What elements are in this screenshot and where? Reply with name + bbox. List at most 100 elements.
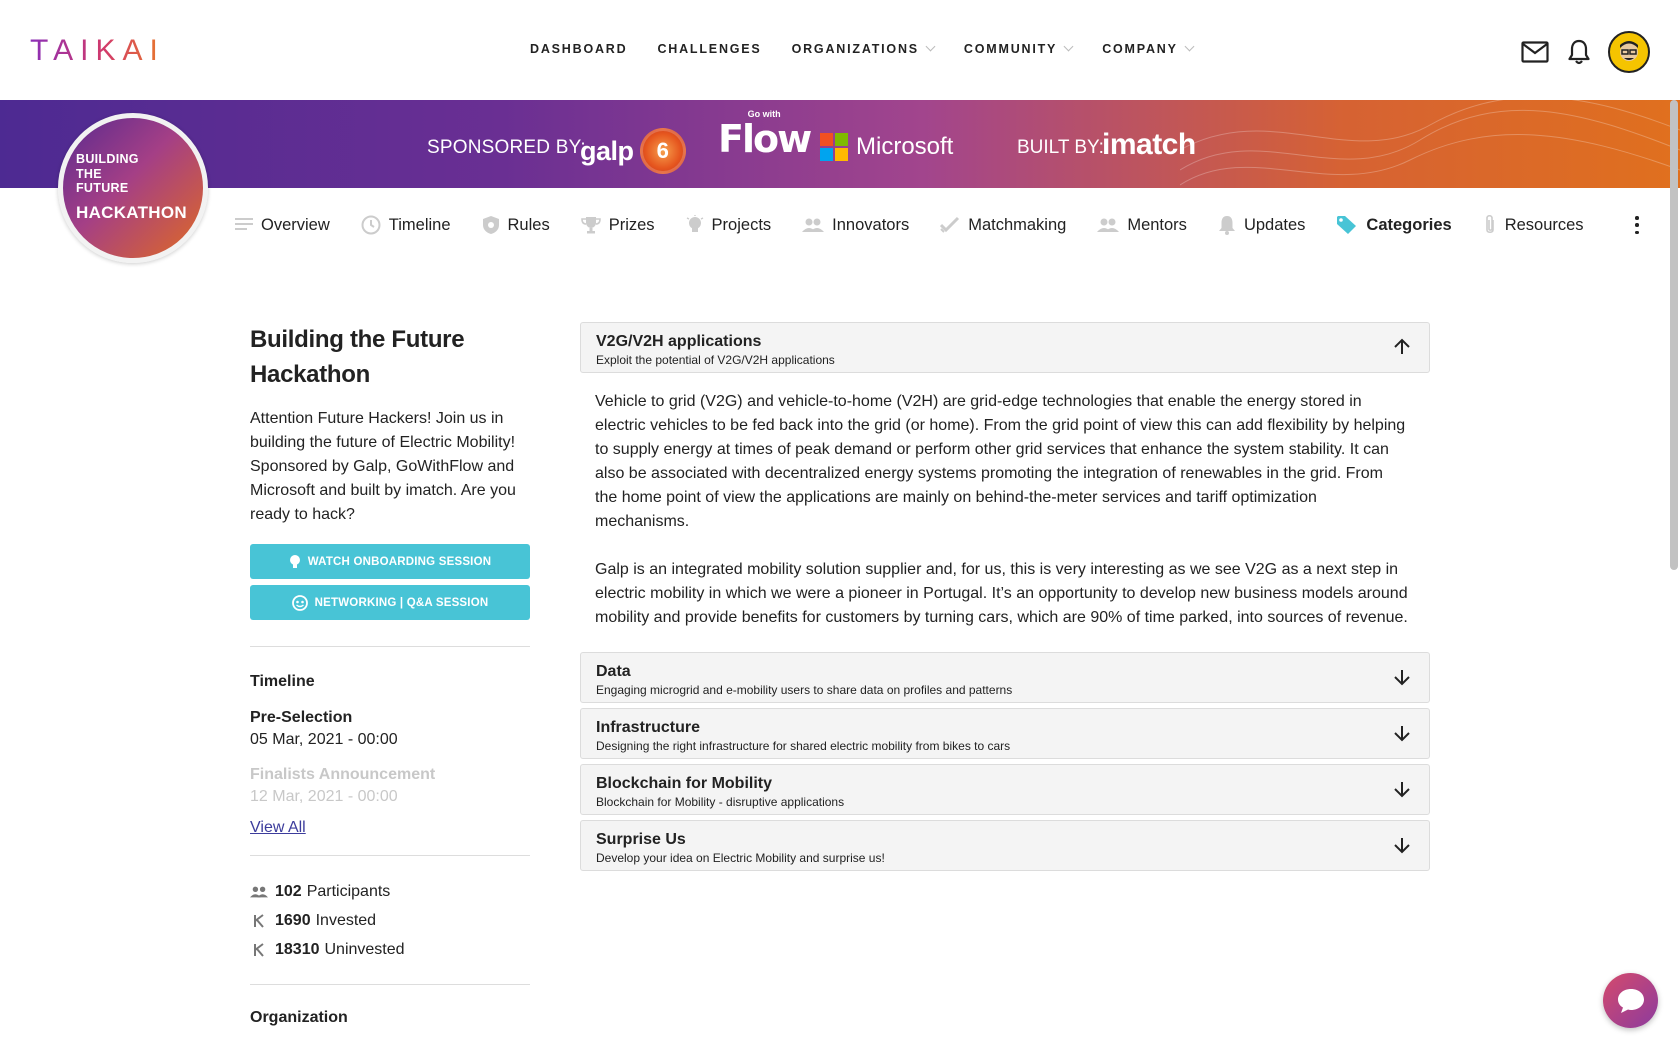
user-actions (1520, 31, 1650, 73)
category-subtitle: Exploit the potential of V2G/V2H applica… (596, 353, 835, 367)
arrow-up-icon (1394, 338, 1410, 354)
tab-innovators[interactable]: Innovators (802, 216, 909, 235)
tab-categories[interactable]: Categories (1336, 215, 1452, 235)
tab-prizes[interactable]: Prizes (580, 215, 655, 235)
challenge-title: Building the Future Hackathon (250, 326, 465, 388)
shield-icon (482, 216, 499, 234)
tab-mentors-label: Mentors (1127, 215, 1187, 234)
timeline-item-date: 12 Mar, 2021 - 00:00 (250, 788, 398, 805)
divider (250, 646, 530, 647)
badge-bottom-text: HACKATHON (76, 203, 187, 222)
uninvested-label: Uninvested (324, 940, 405, 958)
uninvested-stat: 18310 Uninvested (250, 935, 530, 964)
main-nav: DASHBOARD CHALLENGES ORGANIZATIONS COMMU… (530, 41, 1223, 56)
nav-dashboard-label: DASHBOARD (530, 42, 628, 56)
trophy-icon (580, 217, 601, 234)
organization-heading: Organization (250, 1009, 348, 1026)
category-paragraph: Vehicle to grid (V2G) and vehicle-to-hom… (595, 393, 1406, 530)
divider (250, 855, 530, 856)
arrow-down-icon (1394, 726, 1410, 742)
view-all-link[interactable]: View All (250, 819, 306, 837)
lightbulb-icon (289, 554, 300, 568)
bell-icon (1218, 216, 1235, 235)
microsoft-logo: Microsoft (820, 133, 953, 161)
category-title: V2G/V2H applications (596, 333, 762, 350)
tab-overview[interactable]: Overview (235, 216, 330, 235)
flow-wordmark: Flow (718, 117, 812, 161)
nav-community-label: COMMUNITY (963, 42, 1058, 56)
chevron-down-icon (925, 41, 936, 52)
invested-count: 1690 (275, 911, 311, 929)
page-scrollbar[interactable] (1670, 100, 1678, 570)
user-avatar[interactable] (1608, 31, 1650, 73)
galp-mark-icon: 6 (639, 128, 686, 174)
people-icon (1097, 218, 1120, 232)
tab-overview-label: Overview (261, 215, 330, 234)
category-header-data[interactable]: Data Engaging microgrid and e-mobility u… (580, 652, 1430, 703)
category-header-surprise-us[interactable]: Surprise Us Develop your idea on Electri… (580, 820, 1430, 871)
category-title: Blockchain for Mobility (596, 775, 773, 792)
timeline-heading: Timeline (250, 673, 315, 690)
badge-top-text: BUILDING THE FUTURE (76, 152, 139, 195)
tab-mentors[interactable]: Mentors (1097, 216, 1187, 235)
divider (250, 984, 530, 985)
nav-community[interactable]: COMMUNITY (963, 41, 1074, 56)
chat-button[interactable] (1603, 973, 1658, 1028)
participants-label: Participants (306, 882, 391, 900)
built-by-label: BUILT BY: (1017, 137, 1104, 158)
nav-challenges[interactable]: CHALLENGES (657, 42, 761, 56)
list-icon (235, 218, 253, 230)
clock-icon (361, 215, 381, 235)
tab-resources-label: Resources (1504, 215, 1584, 234)
taikai-logo[interactable]: TAIKAI (30, 34, 165, 68)
bell-icon[interactable] (1564, 37, 1594, 67)
arrow-down-icon (1394, 782, 1410, 798)
category-title: Infrastructure (596, 719, 701, 736)
microsoft-squares-icon (820, 133, 848, 161)
paperclip-icon (1485, 214, 1494, 234)
category-header-v2g[interactable]: V2G/V2H applications Exploit the potenti… (580, 322, 1430, 373)
challenge-stats: 102 Participants 1690 Invested 18310 Uni… (250, 877, 530, 964)
nav-challenges-label: CHALLENGES (657, 42, 762, 56)
arrow-down-icon (1394, 670, 1410, 686)
category-header-infrastructure[interactable]: Infrastructure Designing the right infra… (580, 708, 1430, 759)
tab-timeline[interactable]: Timeline (361, 215, 451, 235)
challenge-sidebar: Building the Future Hackathon Attention … (250, 322, 530, 1027)
timeline-item: Pre-Selection 05 Mar, 2021 - 00:00 (250, 709, 530, 749)
hackathon-badge: BUILDING THE FUTURE HACKATHON (58, 113, 208, 263)
category-header-blockchain[interactable]: Blockchain for Mobility Blockchain for M… (580, 764, 1430, 815)
networking-session-label: NETWORKING | Q&A SESSION (314, 596, 489, 609)
category-subtitle: Blockchain for Mobility - disruptive app… (596, 795, 845, 809)
microsoft-wordmark: Microsoft (856, 133, 954, 160)
networking-session-button[interactable]: NETWORKING | Q&A SESSION (250, 585, 530, 620)
tab-rules[interactable]: Rules (482, 215, 550, 235)
tab-projects[interactable]: Projects (686, 215, 772, 235)
tab-updates[interactable]: Updates (1218, 215, 1305, 235)
tab-prizes-label: Prizes (608, 215, 655, 234)
category-subtitle: Develop your idea on Electric Mobility a… (596, 851, 885, 865)
tab-resources[interactable]: Resources (1483, 214, 1584, 236)
category-paragraph: Galp is an integrated mobility solution … (595, 561, 1408, 626)
category-subtitle: Designing the right infrastructure for s… (596, 739, 1011, 753)
participants-stat: 102 Participants (250, 877, 530, 906)
globe-icon (291, 594, 308, 611)
galp-logo: galp 6 (580, 128, 686, 174)
watch-onboarding-button[interactable]: WATCH ONBOARDING SESSION (250, 544, 530, 579)
nav-organizations[interactable]: ORGANIZATIONS (792, 41, 936, 56)
participants-count: 102 (275, 882, 302, 900)
nav-dashboard[interactable]: DASHBOARD (530, 42, 627, 56)
tab-projects-label: Projects (711, 215, 772, 234)
arrow-down-icon (1394, 838, 1410, 854)
tab-matchmaking-label: Matchmaking (968, 215, 1067, 234)
timeline-item: Finalists Announcement 12 Mar, 2021 - 00… (250, 766, 530, 806)
tab-categories-label: Categories (1366, 215, 1452, 234)
tab-timeline-label: Timeline (388, 215, 451, 234)
invested-label: Invested (315, 911, 377, 929)
nav-company[interactable]: COMPANY (1102, 41, 1195, 56)
mail-icon[interactable] (1520, 37, 1550, 67)
lightbulb-icon (686, 215, 703, 232)
gowithflow-logo: Go with Flow (718, 110, 812, 161)
more-options-icon[interactable] (1634, 216, 1640, 234)
top-navbar: TAIKAI DASHBOARD CHALLENGES ORGANIZATION… (0, 0, 1680, 100)
tab-matchmaking[interactable]: Matchmaking (940, 216, 1066, 235)
